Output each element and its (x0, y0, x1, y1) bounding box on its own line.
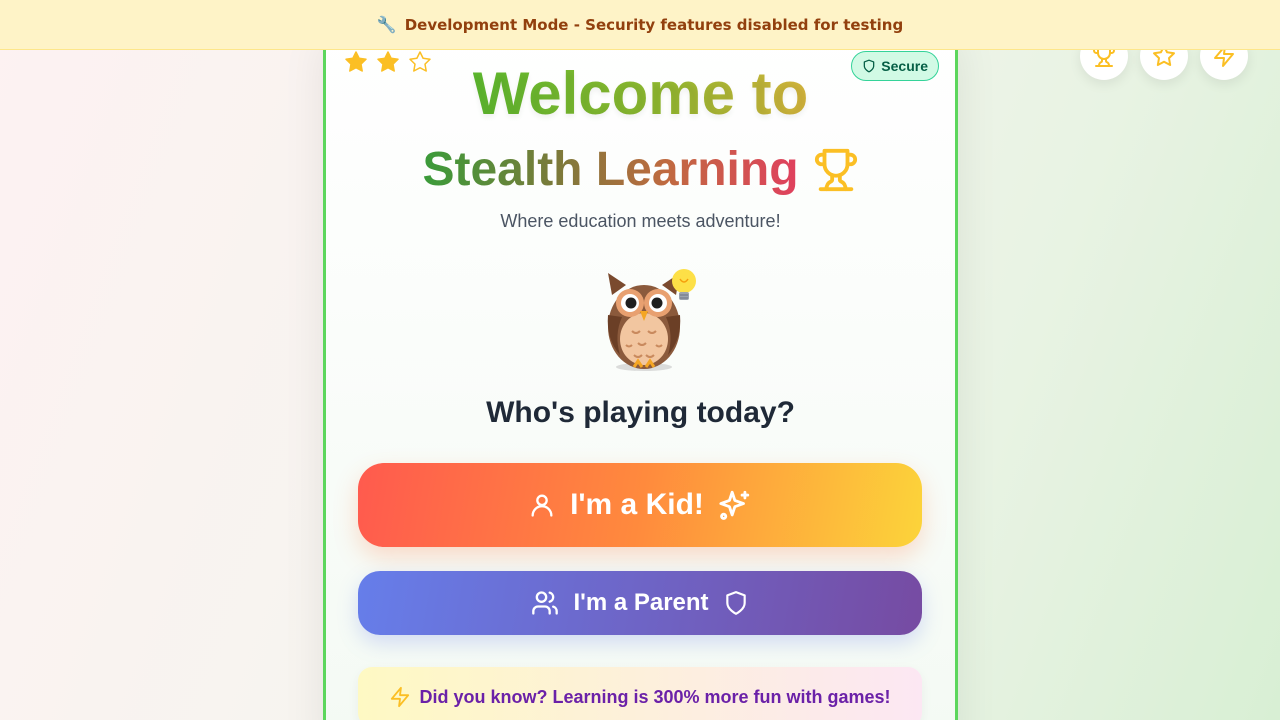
users-icon (532, 591, 559, 615)
welcome-heading: Welcome to (326, 64, 955, 124)
dev-mode-text: Development Mode - Security features dis… (404, 15, 904, 34)
kid-login-button[interactable]: I'm a Kid! (358, 463, 922, 547)
app-title: Stealth Learning (326, 142, 955, 197)
user-icon (531, 494, 553, 517)
fun-fact-text: Did you know? Learning is 300% more fun … (419, 686, 891, 707)
app-title-text: Stealth Learning (422, 143, 799, 196)
wrench-icon: 🔧 (376, 15, 397, 34)
kid-button-label: I'm a Kid! (570, 488, 704, 521)
trophy-icon (814, 148, 857, 191)
player-question: Who's playing today? (486, 396, 795, 429)
parent-button-label: I'm a Parent (573, 589, 709, 616)
owl-mascot-icon (607, 269, 696, 371)
parent-login-button[interactable]: I'm a Parent (358, 571, 922, 635)
zap-icon (391, 686, 410, 708)
tagline: Where education meets adventure! (500, 211, 781, 231)
shield-icon (725, 591, 746, 615)
welcome-card: Secure Welcome to Stealth Learning Where… (323, 30, 958, 720)
welcome-text: Welcome to (472, 60, 809, 127)
fun-fact-banner: Did you know? Learning is 300% more fun … (358, 667, 922, 720)
sparkles-icon (719, 490, 750, 520)
dev-mode-banner: 🔧 Development Mode - Security features d… (0, 0, 1280, 50)
